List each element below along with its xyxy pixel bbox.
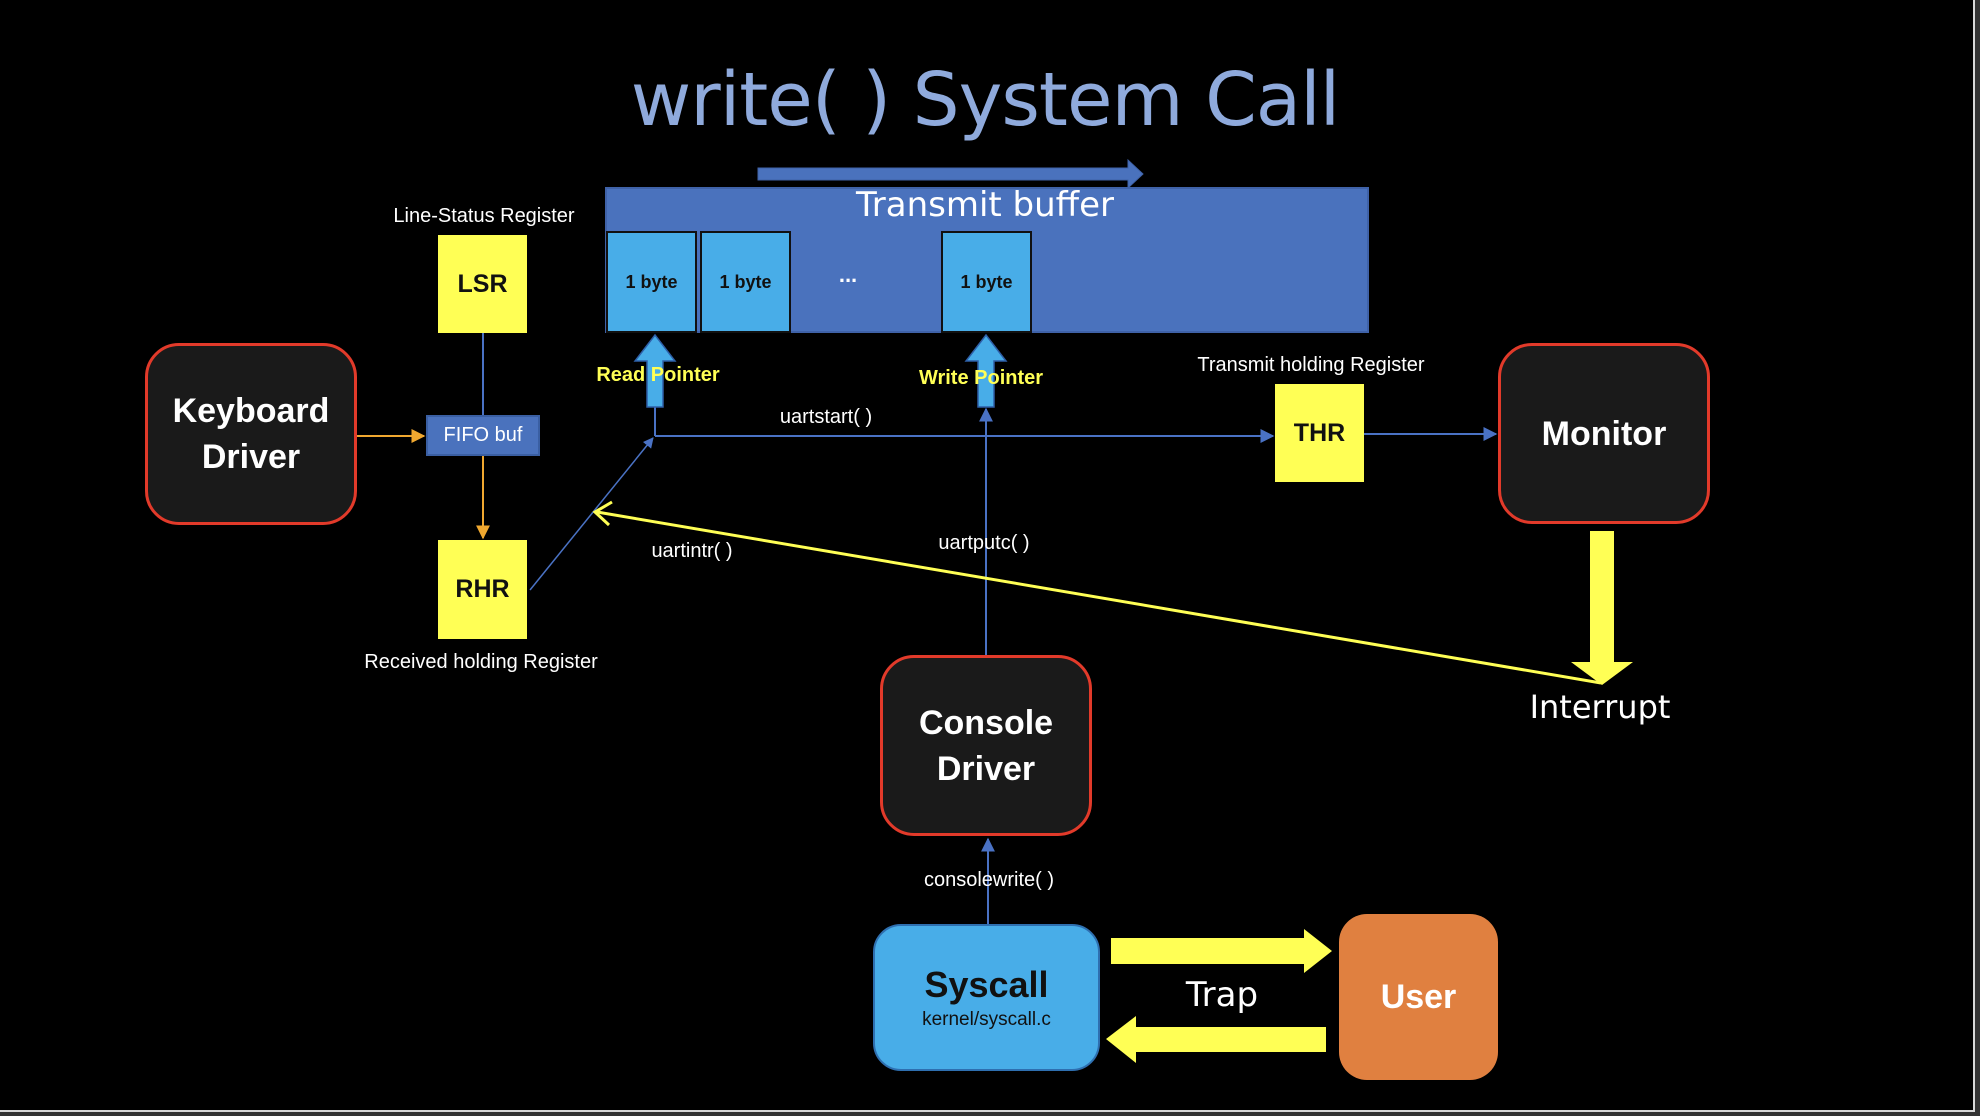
syscall-node: Syscall kernel/syscall.c <box>873 924 1100 1071</box>
read-pointer-label: Read Pointer <box>596 364 720 386</box>
transmit-buffer-label: Transmit buffer <box>855 185 1114 225</box>
buffer-ellipsis: ... <box>838 262 858 287</box>
user-node: User <box>1339 914 1498 1080</box>
rhr-label: Received holding Register <box>364 651 598 673</box>
write-pointer-label: Write Pointer <box>918 367 1044 389</box>
buffer-cell: 1 byte <box>700 231 791 333</box>
trap-arrow-to-user <box>1111 929 1332 973</box>
keyboard-driver-node: Keyboard Driver <box>145 343 357 525</box>
syscall-name: Syscall <box>924 963 1049 1005</box>
syscall-file: kernel/syscall.c <box>922 1008 1051 1030</box>
trap-arrow-to-syscall <box>1106 1016 1326 1063</box>
uartstart-label: uartstart( ) <box>779 406 873 428</box>
lsr-label: Line-Status Register <box>393 205 575 227</box>
fifo-buffer: FIFO buf <box>426 415 540 456</box>
consolewrite-label: consolewrite( ) <box>923 869 1055 891</box>
rhr-register: RHR <box>438 540 527 639</box>
uartintr-label: uartintr( ) <box>651 540 733 562</box>
uartputc-label: uartputc( ) <box>938 532 1030 554</box>
monitor-node: Monitor <box>1498 343 1710 524</box>
interrupt-to-uartintr-line <box>596 510 1602 685</box>
buffer-cell: 1 byte <box>941 231 1032 333</box>
interrupt-arrow <box>1571 531 1633 685</box>
page-title: write( ) System Call <box>630 57 1340 143</box>
keyboard-driver-line1: Keyboard <box>172 392 330 430</box>
rhr-to-uartstart-arrow <box>529 437 654 591</box>
console-driver-node: Console Driver <box>880 655 1092 836</box>
thr-register: THR <box>1275 384 1364 482</box>
interrupt-label: Interrupt <box>1529 688 1671 726</box>
lsr-register: LSR <box>438 235 527 333</box>
console-driver-line1: Console <box>918 703 1054 742</box>
buffer-cell: 1 byte <box>606 231 697 333</box>
keyboard-driver-line2: Driver <box>201 438 301 476</box>
console-driver-line2: Driver <box>936 749 1036 788</box>
thr-label: Transmit holding Register <box>1197 354 1425 376</box>
trap-label: Trap <box>1185 975 1259 1015</box>
